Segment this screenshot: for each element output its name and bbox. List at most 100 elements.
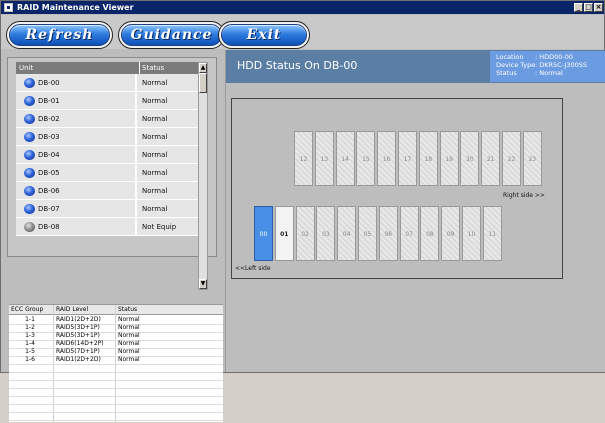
unit-row[interactable]: DB-01 Normal <box>16 92 198 110</box>
hdd-status-title: HDD Status On DB-00 <box>237 59 358 72</box>
unit-name: DB-06 <box>38 187 60 195</box>
drive-bay-slot[interactable]: 11 <box>482 206 502 261</box>
status-value: : Normal <box>535 69 563 77</box>
ecc-group-cell: 1-1 <box>25 316 35 323</box>
ecc-status-cell: Normal <box>118 356 140 363</box>
unit-status: Normal <box>142 187 168 195</box>
drive-bay-slot[interactable]: 13 <box>314 131 334 186</box>
close-button[interactable]: × <box>594 3 603 12</box>
drive-bay-slot[interactable]: 10 <box>462 206 481 261</box>
drive-bay-frame: 12 13 14 15 16 17 18 19 20 21 22 23 00 01 02 03 04 05 06 0… <box>231 98 563 279</box>
drive-bay-slot[interactable]: 07 <box>399 206 419 261</box>
ecc-group-cell: 1-5 <box>25 348 35 355</box>
drive-bay-slot[interactable]: 05 <box>358 206 377 261</box>
unit-status: Normal <box>142 205 168 213</box>
drive-bay-slot[interactable]: 21 <box>481 131 501 186</box>
drive-bay-slot[interactable]: 12 <box>294 131 313 186</box>
ecc-row[interactable]: 1-2 RAID5(3D+1P) Normal <box>9 324 223 332</box>
unit-name: DB-01 <box>38 97 60 105</box>
unit-name: DB-03 <box>38 133 60 141</box>
status-label: Status <box>496 69 517 77</box>
unit-status: Normal <box>142 115 168 123</box>
exit-button[interactable]: Exit <box>221 24 307 46</box>
scroll-down-arrow-icon[interactable]: ▼ <box>199 279 207 289</box>
right-side-label[interactable]: Right side >> <box>503 192 545 199</box>
unit-row[interactable]: DB-06 Normal <box>16 182 198 200</box>
unit-name: DB-08 <box>38 223 60 231</box>
ecc-status-cell: Normal <box>118 348 140 355</box>
maximize-button[interactable]: □ <box>584 3 593 12</box>
unit-row[interactable]: DB-08 Not Equip <box>16 218 198 236</box>
unit-row[interactable]: DB-00 Normal <box>16 74 198 92</box>
unit-row[interactable]: DB-05 Normal <box>16 164 198 182</box>
unit-row[interactable]: DB-04 Normal <box>16 146 198 164</box>
refresh-button[interactable]: Refresh <box>9 24 110 46</box>
drive-bay-slot[interactable]: 15 <box>356 131 376 186</box>
drive-bay-slot[interactable]: 08 <box>420 206 440 261</box>
unit-row[interactable]: DB-02 Normal <box>16 110 198 128</box>
ecc-group-column-header[interactable]: ECC Group <box>11 305 53 315</box>
gray-disk-icon <box>24 222 35 232</box>
ecc-table-header: ECC Group RAID Level Status <box>9 305 223 315</box>
unit-name: DB-07 <box>38 205 60 213</box>
raid-level-cell: RAID1(2D+2D) <box>56 356 101 363</box>
blue-disk-icon <box>24 114 35 124</box>
toolbar: Refresh Guidance Exit <box>1 15 604 49</box>
drive-bay-slot[interactable]: 01 <box>274 206 294 261</box>
drive-bay-slot[interactable]: 17 <box>398 131 417 186</box>
left-side-label[interactable]: <<Left side <box>235 265 271 272</box>
drive-bay-slot[interactable]: 02 <box>295 206 315 261</box>
unit-column-header[interactable]: Unit <box>19 62 33 74</box>
unit-list: DB-00 Normal DB-01 Normal DB-02 Normal DB-03 No… <box>16 74 198 290</box>
drive-bay-slot[interactable]: 04 <box>337 206 357 261</box>
raid-level-cell: RAID5(7D+1P) <box>56 348 100 355</box>
title-bar[interactable]: RAID Maintenance Viewer _ □ × <box>1 1 604 14</box>
unit-status: Normal <box>142 133 168 141</box>
ecc-row[interactable]: 1-3 RAID5(3D+1P) Normal <box>9 332 223 340</box>
unit-table-header: Unit Status <box>16 62 198 74</box>
ecc-group-table: ECC Group RAID Level Status 1-1 RAID1(2D+… <box>9 304 223 423</box>
left-pane: Unit Status DB-00 Normal DB-01 Normal DB-02 N… <box>1 50 223 423</box>
ecc-row[interactable]: 1-5 RAID5(7D+1P) Normal <box>9 348 223 356</box>
raid-level-cell: RAID5(3D+1P) <box>56 332 100 339</box>
raid-level-cell: RAID5(3D+1P) <box>56 324 100 331</box>
drive-bay-slot[interactable]: 00 <box>254 206 273 261</box>
ecc-status-cell: Normal <box>118 332 140 339</box>
drive-bay-slot[interactable]: 20 <box>460 131 480 186</box>
drive-bay-slot[interactable]: 16 <box>377 131 397 186</box>
unit-list-scrollbar[interactable]: ▲ ▼ <box>198 62 208 290</box>
raid-level-cell: RAID1(2D+2D) <box>56 316 101 323</box>
drive-bay-slot[interactable]: 22 <box>502 131 521 186</box>
unit-row[interactable]: DB-07 Normal <box>16 200 198 218</box>
drive-bay-slot[interactable]: 03 <box>316 206 336 261</box>
drive-bay-slot[interactable]: 23 <box>522 131 542 186</box>
window-title: RAID Maintenance Viewer <box>17 3 134 12</box>
ecc-status-cell: Normal <box>118 324 140 331</box>
ecc-status-column-header[interactable]: Status <box>118 305 198 315</box>
raid-level-cell: RAID6(14D+2P) <box>56 340 104 347</box>
minimize-button[interactable]: _ <box>574 3 583 12</box>
ecc-row[interactable]: 1-6 RAID1(2D+2D) Normal <box>9 356 223 364</box>
drive-bay-slot[interactable]: 14 <box>335 131 355 186</box>
unit-status: Normal <box>142 151 168 159</box>
unit-name: DB-04 <box>38 151 60 159</box>
blue-disk-icon <box>24 168 35 178</box>
scroll-thumb[interactable] <box>199 73 207 93</box>
status-column-header[interactable]: Status <box>139 62 164 74</box>
unit-status: Not Equip <box>142 223 177 231</box>
drive-bay-slot[interactable]: 18 <box>418 131 438 186</box>
unit-name: DB-00 <box>38 79 60 87</box>
scroll-up-arrow-icon[interactable]: ▲ <box>199 63 207 73</box>
guidance-button[interactable]: Guidance <box>121 24 222 46</box>
blue-disk-icon <box>24 204 35 214</box>
drive-bay-slot[interactable]: 09 <box>441 206 461 261</box>
drive-bay-slot[interactable]: 19 <box>439 131 459 186</box>
raid-level-column-header[interactable]: RAID Level <box>56 305 116 315</box>
ecc-group-cell: 1-2 <box>25 324 35 331</box>
drive-bay-slot[interactable]: 06 <box>378 206 398 261</box>
unit-status: Normal <box>142 97 168 105</box>
unit-row[interactable]: DB-03 Normal <box>16 128 198 146</box>
ecc-row[interactable]: 1-4 RAID6(14D+2P) Normal <box>9 340 223 348</box>
ecc-row[interactable]: 1-1 RAID1(2D+2D) Normal <box>9 316 223 324</box>
main-window: RAID Maintenance Viewer _ □ × Refresh Gu… <box>0 0 605 423</box>
